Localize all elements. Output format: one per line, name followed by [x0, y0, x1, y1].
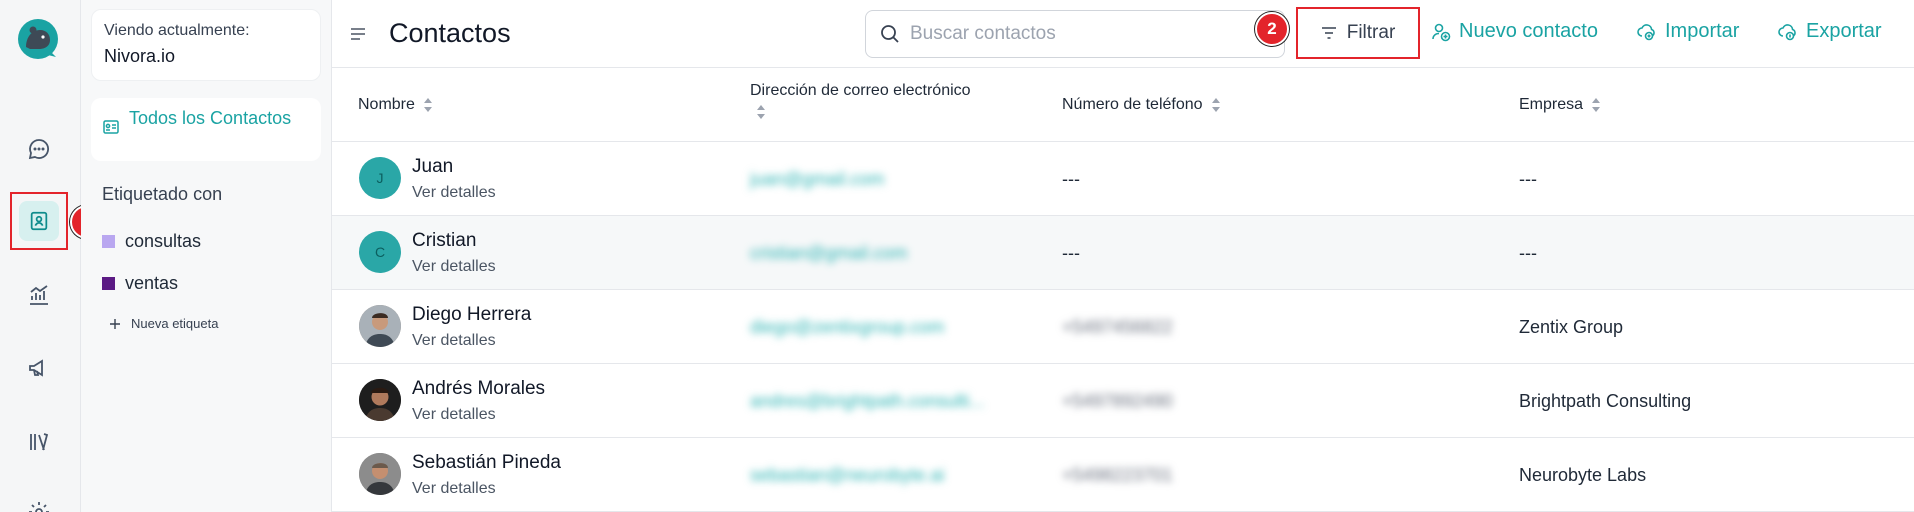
add-user-icon — [1431, 22, 1451, 42]
column-label: Dirección de correo electrónico — [750, 82, 971, 99]
icon-rail — [0, 0, 81, 512]
contact-phone: +5498223701 — [1062, 464, 1173, 485]
contact-card-icon — [103, 120, 119, 134]
sort-icon — [1591, 97, 1601, 113]
contact-email: juan@gmail.com — [750, 168, 885, 189]
contacts-nav-item[interactable] — [10, 192, 68, 250]
sort-icon — [1211, 97, 1221, 113]
sort-icon — [756, 104, 766, 120]
column-label: Nombre — [358, 96, 415, 113]
export-button[interactable]: Exportar — [1778, 20, 1882, 43]
contact-phone: --- — [1062, 168, 1080, 189]
tag-item-consultas[interactable]: consultas — [102, 231, 201, 252]
tag-label: consultas — [125, 231, 202, 251]
contact-name[interactable]: Cristian — [412, 230, 476, 252]
top-bar: Contactos 2 Filtrar Nuevo contacto Impor… — [332, 0, 1914, 68]
contact-company: Brightpath Consulting — [1519, 390, 1692, 411]
search-icon — [880, 24, 900, 44]
logo-icon[interactable] — [16, 17, 60, 61]
table-row[interactable]: Sebastián Pineda Ver detalles sebastian@… — [332, 438, 1914, 512]
all-contacts-label: Todos los Contactos — [129, 108, 292, 128]
step-badge-2: 2 — [1255, 12, 1289, 46]
chat-icon[interactable] — [23, 133, 55, 165]
contact-phone: +5497892490 — [1062, 390, 1173, 411]
contact-company: --- — [1519, 242, 1537, 263]
contacts-table: Nombre Dirección de correo electrónico N… — [332, 68, 1914, 512]
reports-icon[interactable] — [23, 279, 55, 311]
import-label: Importar — [1665, 20, 1740, 42]
contact-email: sebastian@neurobyte.ai — [750, 464, 945, 485]
contact-name[interactable]: Andrés Morales — [412, 378, 545, 400]
column-header-email[interactable]: Dirección de correo electrónico — [750, 82, 971, 120]
account-name: Nivora.io — [104, 46, 176, 66]
table-row[interactable]: Andrés Morales Ver detalles andres@brigh… — [332, 364, 1914, 438]
contact-company: Zentix Group — [1519, 316, 1624, 337]
view-details-link[interactable]: Ver detalles — [412, 184, 496, 202]
tag-label: ventas — [125, 273, 179, 293]
avatar-photo — [359, 305, 401, 347]
column-header-phone[interactable]: Número de teléfono — [1062, 96, 1221, 114]
view-details-link[interactable]: Ver detalles — [412, 332, 496, 350]
contact-email: diego@zentixgroup.com — [750, 316, 945, 337]
menu-icon[interactable] — [350, 27, 366, 41]
table-row[interactable]: J Juan Ver detalles juan@gmail.com --- -… — [332, 142, 1914, 216]
tag-item-ventas[interactable]: ventas — [102, 273, 178, 294]
filter-label: Filtrar — [1346, 22, 1396, 43]
view-details-link[interactable]: Ver detalles — [412, 406, 496, 424]
contact-name[interactable]: Diego Herrera — [412, 304, 531, 326]
plus-icon — [109, 318, 121, 330]
table-row[interactable]: Diego Herrera Ver detalles diego@zentixg… — [332, 290, 1914, 364]
import-button[interactable]: Importar — [1637, 20, 1739, 43]
avatar: J — [359, 157, 401, 199]
account-switcher[interactable]: Viendo actualmente: Nivora.io — [91, 9, 321, 81]
column-header-name[interactable]: Nombre — [358, 96, 433, 114]
table-header: Nombre Dirección de correo electrónico N… — [332, 68, 1914, 142]
column-label: Empresa — [1519, 96, 1584, 113]
export-label: Exportar — [1806, 20, 1882, 42]
column-header-company[interactable]: Empresa — [1519, 96, 1601, 114]
search-input[interactable] — [910, 23, 1250, 45]
campaigns-icon[interactable] — [23, 352, 55, 384]
filter-icon — [1321, 26, 1337, 40]
page-title: Contactos — [389, 18, 511, 48]
table-row[interactable]: C Cristian Ver detalles cristian@gmail.c… — [332, 216, 1914, 290]
tag-color-swatch — [102, 277, 115, 290]
column-label: Número de teléfono — [1062, 96, 1203, 113]
search-box[interactable] — [865, 10, 1285, 58]
contacts-icon — [19, 201, 59, 241]
contact-company: --- — [1519, 168, 1537, 189]
avatar: C — [359, 231, 401, 273]
view-details-link[interactable]: Ver detalles — [412, 258, 496, 276]
tagged-heading: Etiquetado con — [102, 184, 223, 204]
view-details-link[interactable]: Ver detalles — [412, 480, 496, 498]
new-contact-label: Nuevo contacto — [1459, 20, 1598, 42]
viewing-label: Viendo actualmente: — [104, 22, 250, 39]
new-tag-label: Nueva etiqueta — [131, 316, 219, 331]
tag-color-swatch — [102, 235, 115, 248]
all-contacts-item[interactable]: Todos los Contactos — [91, 98, 321, 161]
settings-icon[interactable] — [23, 496, 55, 512]
new-tag-button[interactable]: Nueva etiqueta — [109, 316, 218, 331]
contact-email: andres@brightpath.consulti... — [750, 390, 985, 411]
contact-name[interactable]: Sebastián Pineda — [412, 452, 561, 474]
contact-phone: --- — [1062, 242, 1080, 263]
library-icon[interactable] — [23, 426, 55, 458]
new-contact-button[interactable]: Nuevo contacto — [1431, 20, 1598, 43]
avatar-initial: C — [374, 244, 386, 260]
cloud-download-icon — [1778, 23, 1798, 41]
filter-button[interactable]: Filtrar — [1296, 7, 1420, 59]
contact-phone: +5497456822 — [1062, 316, 1173, 337]
avatar-photo — [359, 453, 401, 495]
sort-icon — [423, 97, 433, 113]
contact-name[interactable]: Juan — [412, 156, 453, 178]
contact-company: Neurobyte Labs — [1519, 464, 1647, 485]
cloud-upload-icon — [1637, 23, 1657, 41]
avatar-photo — [359, 379, 401, 421]
contacts-sidebar: Viendo actualmente: Nivora.io Todos los … — [81, 0, 332, 512]
avatar-initial: J — [376, 170, 384, 186]
contact-email: cristian@gmail.com — [750, 242, 908, 263]
